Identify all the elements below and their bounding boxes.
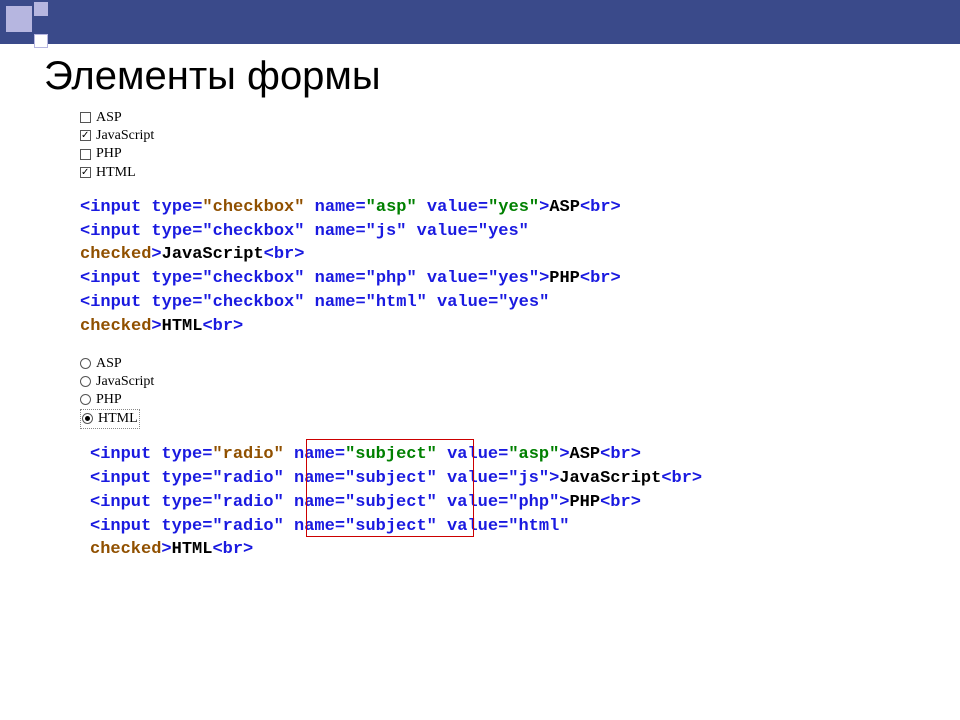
checkbox-preview: ASP JavaScript PHP HTML [80,109,220,182]
code-token: name= [284,445,345,464]
code-line: <input type="checkbox" name="asp" value=… [80,196,800,220]
checkbox-icon[interactable] [80,167,91,178]
list-item: PHP [80,145,220,163]
code-token: <br> [264,245,305,264]
code-token: <input type= [90,445,212,464]
code-token: HTML [162,317,203,336]
code-token: ASP [570,445,601,464]
code-line: <input type="checkbox" name="php" value=… [80,267,800,291]
focus-ring: HTML [80,409,140,429]
code-token: "yes" [488,198,539,217]
decor-square-icon [34,34,48,48]
code-block-checkbox: <input type="checkbox" name="asp" value=… [80,196,800,339]
code-token: PHP [569,493,600,512]
code-token: <br> [600,493,641,512]
code-token: <input type= [80,198,202,217]
preview-label: JavaScript [96,374,154,389]
code-block-radio: <input type="radio" name="subject" value… [90,443,810,562]
code-token: > [161,540,171,559]
code-token: <br> [212,540,253,559]
code-token: > [151,245,161,264]
code-token: "asp" [366,198,417,217]
code-line: checked>HTML<br> [90,538,810,562]
code-token: <br> [661,469,702,488]
code-token: checked [80,245,151,264]
top-bar [0,0,960,44]
code-token: value= [417,198,488,217]
code-token: <input type="radio" name="subject" value… [90,493,569,512]
code-token: "asp" [508,445,559,464]
preview-label: ASP [96,110,122,125]
preview-label: PHP [96,392,122,407]
code-token: <br> [580,269,621,288]
code-line: <input type="radio" name="subject" value… [90,491,810,515]
code-token: <br> [600,445,641,464]
code-token: <br> [580,198,621,217]
code-line: <input type="radio" name="subject" value… [90,443,810,467]
code-token: ASP [549,198,580,217]
radio-icon[interactable] [80,394,91,405]
code-token: <input type="checkbox" name="html" value… [80,293,549,312]
preview-label: HTML [96,165,136,180]
code-token: > [151,317,161,336]
list-item: JavaScript [80,373,220,391]
list-item: HTML [80,409,220,429]
code-line: <input type="radio" name="subject" value… [90,515,810,539]
radio-icon[interactable] [80,376,91,387]
code-token: JavaScript [559,469,661,488]
list-item: ASP [80,355,220,373]
code-token: "checkbox" [202,198,304,217]
list-item: ASP [80,109,220,127]
code-token: <br> [202,317,243,336]
code-token: checked [90,540,161,559]
code-token: > [539,198,549,217]
list-item: HTML [80,164,220,182]
preview-label: HTML [98,411,138,426]
code-line: checked>JavaScript<br> [80,243,800,267]
decor-square-icon [34,2,48,16]
decor-square-icon [6,6,32,32]
code-token: <input type="radio" name="subject" value… [90,469,559,488]
preview-label: JavaScript [96,128,154,143]
code-token: <input type="checkbox" name="php" value=… [80,269,549,288]
radio-icon[interactable] [82,413,93,424]
code-token: HTML [172,540,213,559]
radio-icon[interactable] [80,358,91,369]
code-token: > [559,445,569,464]
code-token: checked [80,317,151,336]
code-token: "subject" [345,445,437,464]
code-token: JavaScript [162,245,264,264]
checkbox-icon[interactable] [80,112,91,123]
checkbox-icon[interactable] [80,130,91,141]
preview-label: ASP [96,356,122,371]
code-token: "radio" [212,445,283,464]
list-item: JavaScript [80,127,220,145]
code-line: <input type="checkbox" name="js" value="… [80,220,800,244]
code-token: name= [304,198,365,217]
radio-preview: ASP JavaScript PHP HTML [80,355,220,430]
code-token: <input type="checkbox" name="js" value="… [80,222,529,241]
checkbox-icon[interactable] [80,149,91,160]
list-item: PHP [80,391,220,409]
code-token: <input type="radio" name="subject" value… [90,517,569,536]
code-line: <input type="radio" name="subject" value… [90,467,810,491]
preview-label: PHP [96,146,122,161]
code-line: checked>HTML<br> [80,315,800,339]
code-token: PHP [549,269,580,288]
code-line: <input type="checkbox" name="html" value… [80,291,800,315]
page-title: Элементы формы [44,54,960,99]
code-token: value= [437,445,508,464]
